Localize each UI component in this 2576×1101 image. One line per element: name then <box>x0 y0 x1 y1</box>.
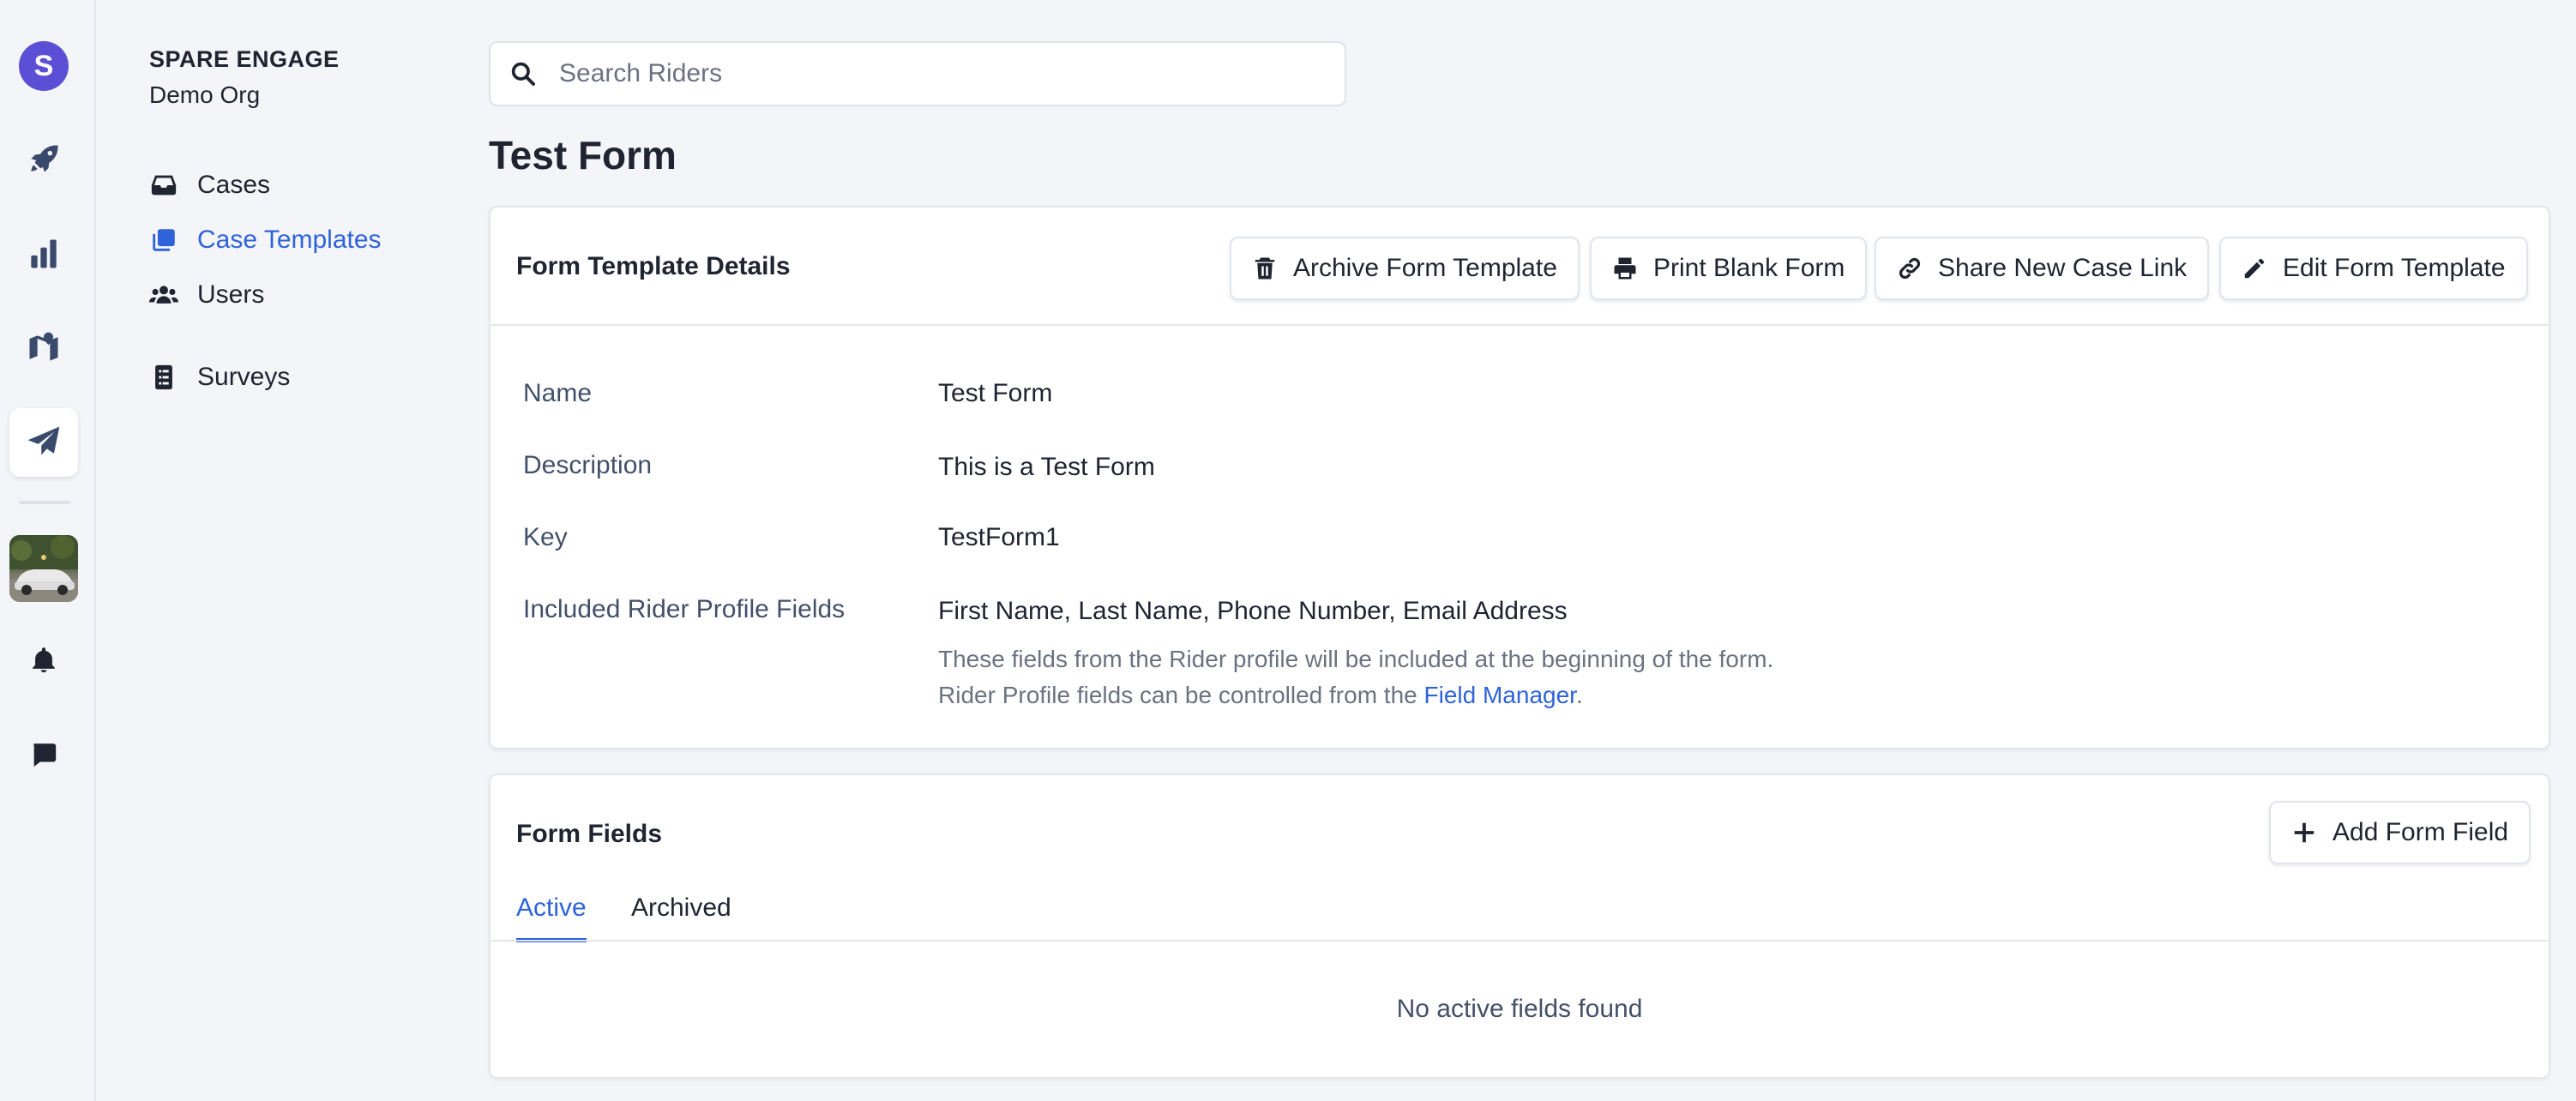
secondary-nav: SPARE ENGAGE Demo Org Cases Case Templat… <box>96 0 465 1101</box>
inbox-icon <box>151 175 177 196</box>
icon-rail: S <box>0 0 96 1101</box>
card-divider <box>491 324 2549 326</box>
key-label: Key <box>523 523 568 551</box>
link-icon <box>1899 257 1921 280</box>
button-label: Archive Form Template <box>1293 254 1557 282</box>
copy-icon <box>153 229 175 251</box>
card-title: Form Fields <box>516 820 663 848</box>
nav-item-cases[interactable]: Cases <box>149 166 270 204</box>
nav-item-case-templates[interactable]: Case Templates <box>149 221 382 259</box>
edit-form-template-button[interactable]: Edit Form Template <box>2219 237 2528 300</box>
map-icon[interactable] <box>9 314 78 382</box>
bell-icon[interactable] <box>9 626 78 695</box>
search-bar[interactable] <box>489 41 1346 106</box>
button-label: Edit Form Template <box>2283 254 2506 282</box>
tab-divider <box>491 940 2549 942</box>
trash-icon <box>1255 257 1275 280</box>
bar-chart-icon[interactable] <box>9 220 78 288</box>
search-input[interactable] <box>559 59 1314 88</box>
org-avatar[interactable]: S <box>19 41 69 91</box>
car-photo[interactable] <box>9 535 78 602</box>
card-title: Form Template Details <box>516 252 791 280</box>
empty-state-message: No active fields found <box>1396 995 1643 1023</box>
field-manager-link[interactable]: Field Manager <box>1424 682 1576 708</box>
print-blank-form-button[interactable]: Print Blank Form <box>1590 237 1868 300</box>
rocket-icon[interactable] <box>9 125 78 194</box>
add-form-field-button[interactable]: Add Form Field <box>2269 801 2531 864</box>
nav-item-surveys[interactable]: Surveys <box>149 358 290 396</box>
tab-archived[interactable]: Archived <box>631 893 731 938</box>
help-text: These fields from the Rider profile will… <box>938 646 1774 708</box>
plus-icon <box>2294 822 2314 843</box>
list-icon <box>155 364 172 390</box>
paper-plane-icon[interactable] <box>9 408 78 477</box>
button-label: Add Form Field <box>2332 818 2509 846</box>
rider-profile-help-text: These fields from the Rider profile will… <box>938 641 1779 713</box>
nav-item-label: Case Templates <box>197 226 382 254</box>
search-icon <box>511 62 535 86</box>
archive-form-template-button[interactable]: Archive Form Template <box>1230 237 1580 300</box>
rider-profile-fields-value: First Name, Last Name, Phone Number, Ema… <box>938 597 1568 625</box>
nav-item-label: Surveys <box>197 363 291 391</box>
rail-divider <box>19 501 70 504</box>
nav-item-users[interactable]: Users <box>149 276 264 314</box>
name-label: Name <box>523 379 593 407</box>
description-label: Description <box>523 451 653 479</box>
key-value: TestForm1 <box>938 523 1060 551</box>
help-text-end: . <box>1575 682 1583 708</box>
nav-item-label: Cases <box>197 171 271 199</box>
button-label: Share New Case Link <box>1938 254 2188 282</box>
org-subtitle: Demo Org <box>149 81 261 108</box>
page-title: Test Form <box>489 133 677 177</box>
form-fields-card: Form Fields Add Form Field Active Archiv… <box>489 773 2550 1079</box>
org-name: SPARE ENGAGE <box>149 46 340 72</box>
nav-item-label: Users <box>197 280 265 309</box>
button-label: Print Blank Form <box>1653 254 1845 282</box>
rider-profile-fields-label: Included Rider Profile Fields <box>523 595 846 623</box>
tab-active[interactable]: Active <box>516 893 587 942</box>
chat-icon[interactable] <box>9 720 78 789</box>
description-value: This is a Test Form <box>938 453 1155 481</box>
pencil-icon <box>2244 258 2265 279</box>
share-new-case-link-button[interactable]: Share New Case Link <box>1875 237 2210 300</box>
printer-icon <box>1614 257 1636 280</box>
form-template-details-card: Form Template Details Archive Form Templ… <box>489 206 2550 749</box>
users-icon <box>149 286 178 304</box>
name-value: Test Form <box>938 379 1053 407</box>
